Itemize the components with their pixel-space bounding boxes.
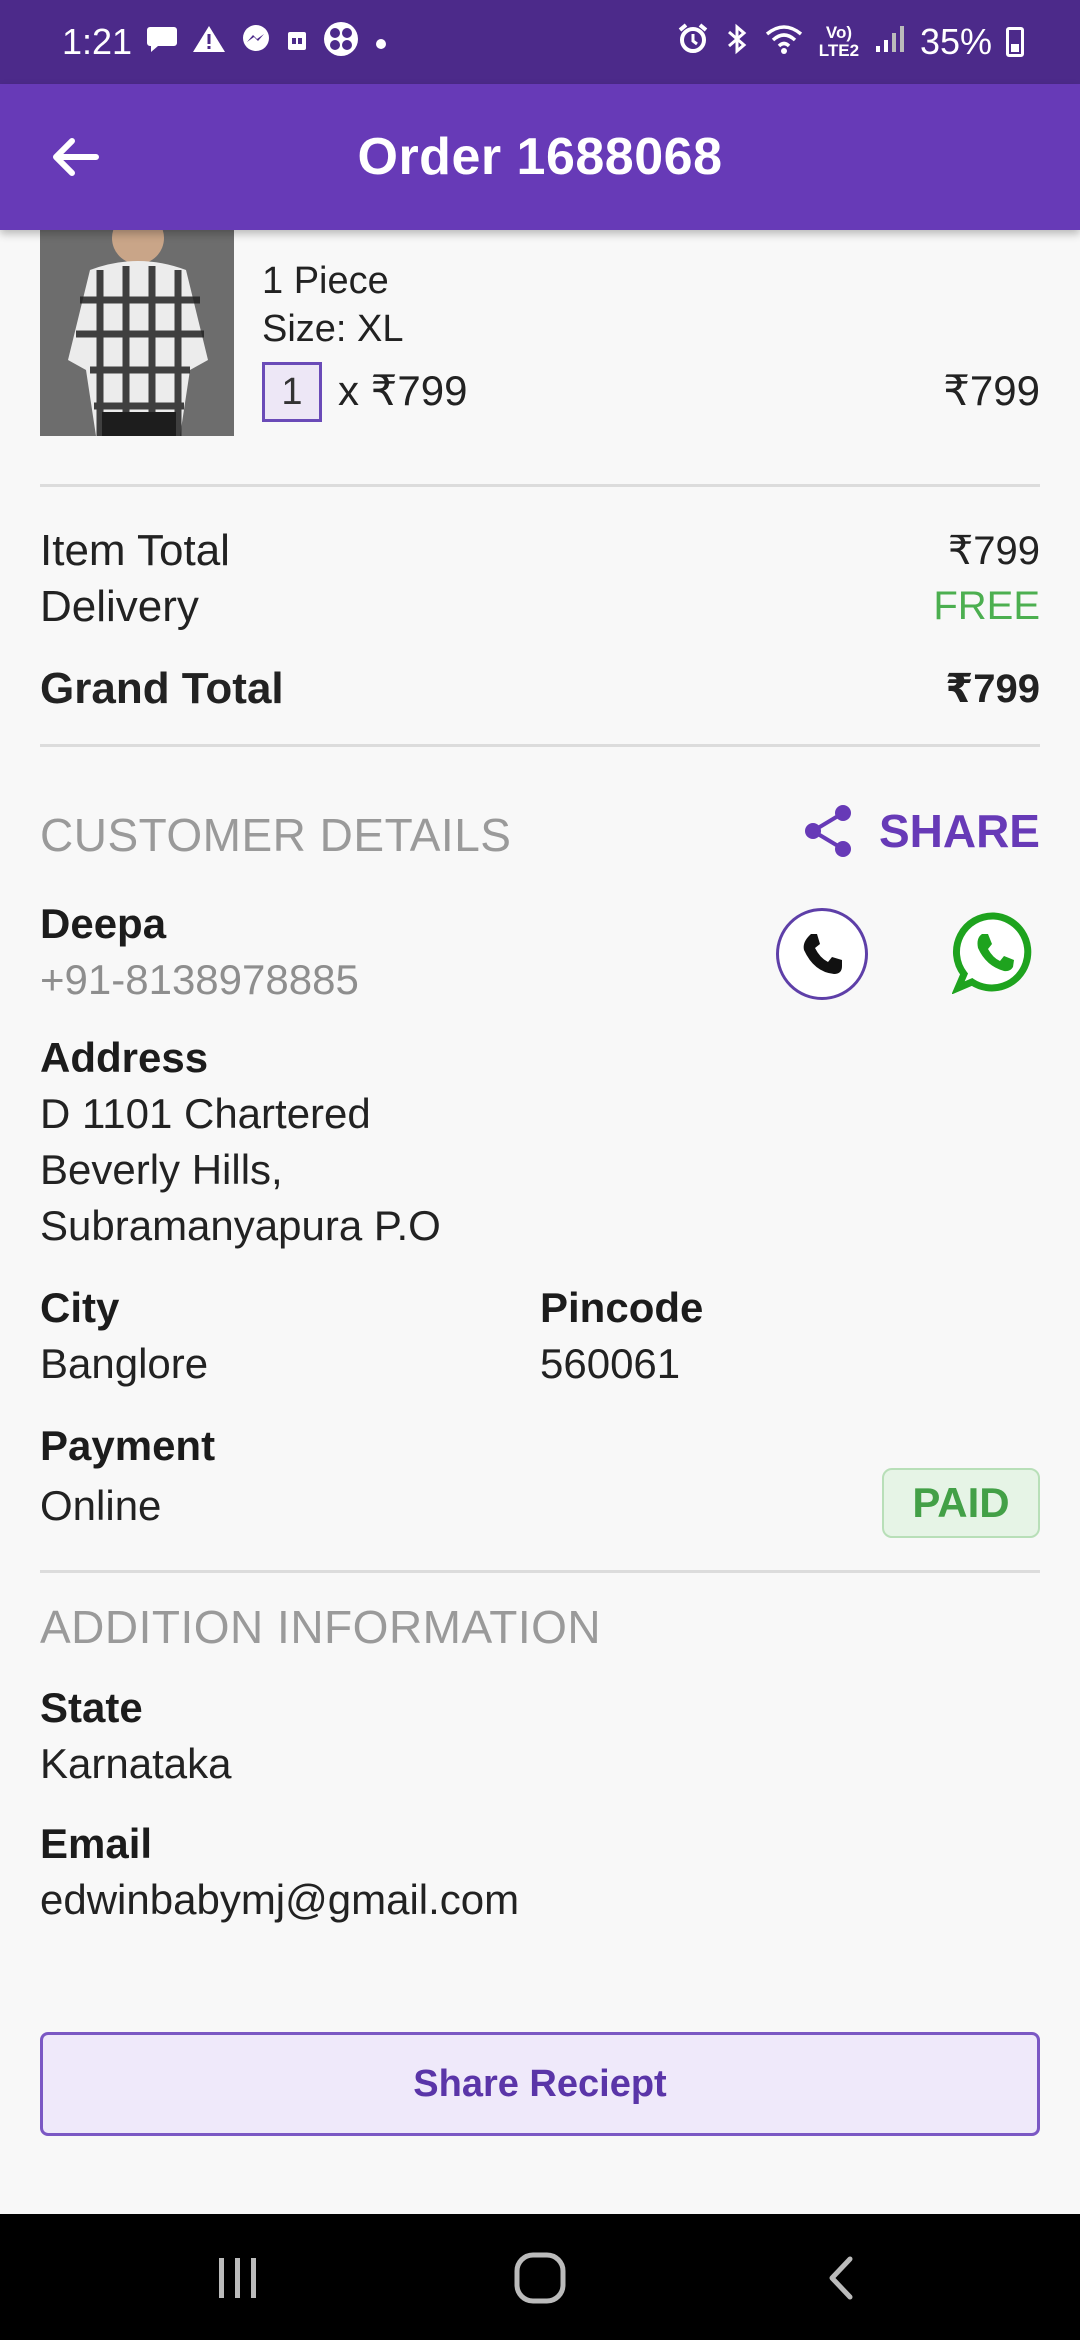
whatsapp-button[interactable] [951,910,1036,995]
delivery-label: Delivery [40,582,199,631]
chat-icon [146,24,178,60]
divider [40,484,1040,487]
share-label: SHARE [878,805,1040,857]
address-line: Subramanyapura P.O [40,1202,441,1249]
line-total: ₹799 [943,367,1040,414]
unit-price: x ₹799 [338,367,468,414]
address-line: Beverly Hills, [40,1146,283,1193]
battery-icon [1006,27,1024,57]
city-value: Banglore [40,1340,209,1387]
state-value: Karnataka [40,1740,232,1787]
alarm-icon [676,22,710,62]
whatsapp-icon [951,912,1032,995]
call-button[interactable] [776,908,868,1000]
home-icon [514,2252,566,2304]
back-nav-button[interactable] [792,2238,892,2318]
phone-icon [803,934,842,974]
back-button[interactable] [40,122,110,192]
item-total-label: Item Total [40,526,230,575]
pincode-label: Pincode [540,1284,704,1331]
product-image[interactable] [40,230,234,436]
recents-button[interactable] [188,2238,288,2318]
signal-icon [874,24,906,60]
status-time: 1:21 [62,21,133,62]
address-label: Address [40,1034,209,1081]
payment-label: Payment [40,1422,216,1469]
product-pieces: 1 Piece [262,260,389,302]
divider [40,744,1040,747]
customer-phone[interactable]: +91-8138978885 [40,952,359,1008]
pincode-value: 560061 [540,1340,681,1387]
warning-icon [192,24,226,60]
payment-value: Online [40,1482,162,1529]
status-bar-right: Vo) LTE2 35% [676,21,1024,63]
dot-icon [374,27,388,57]
product-item: 1 Piece Size: XL 1 x ₹799 ₹799 [40,230,1040,436]
item-total-value: ₹799 [947,529,1040,573]
city-label: City [40,1284,120,1331]
additional-info-heading: ADDITION INFORMATION [40,1601,602,1653]
status-bar-left: 1:21 [62,20,388,64]
volte-icon: Vo) LTE2 [818,23,860,60]
system-nav-bar [0,2214,1080,2340]
recents-icon [219,2258,256,2298]
email-value: edwinbabymj@gmail.com [40,1876,520,1923]
delivery-value: FREE [933,584,1040,628]
app-bar: Order 1688068 [0,84,1080,230]
customer-name: Deepa [40,900,167,947]
sim-icon [286,26,308,58]
share-button[interactable]: SHARE [803,804,1040,858]
share-icon [804,805,851,857]
quantity-box[interactable]: 1 [262,362,322,422]
messenger-icon [240,23,272,61]
state-label: State [40,1684,143,1731]
share-receipt-button[interactable]: Share Reciept [40,2032,1040,2136]
grand-total-value: ₹799 [945,667,1040,711]
chevron-left-icon [829,2256,853,2300]
customer-details-heading: CUSTOMER DETAILS [40,809,512,861]
wifi-icon [764,22,804,62]
address-line: D 1101 Chartered [40,1090,371,1137]
divider [40,1570,1040,1573]
product-size: Size: XL [262,308,404,350]
page-title: Order 1688068 [357,128,723,186]
status-bar: 1:21 Vo) LTE2 35% [0,0,1080,84]
status-badge: PAID [882,1468,1040,1538]
grand-total-label: Grand Total [40,664,284,713]
bluetooth-icon [724,22,750,62]
home-button[interactable] [490,2238,590,2318]
battery-percent: 35% [919,21,992,62]
email-label: Email [40,1820,153,1867]
app-icon [322,20,360,64]
arrow-left-icon [53,138,99,176]
